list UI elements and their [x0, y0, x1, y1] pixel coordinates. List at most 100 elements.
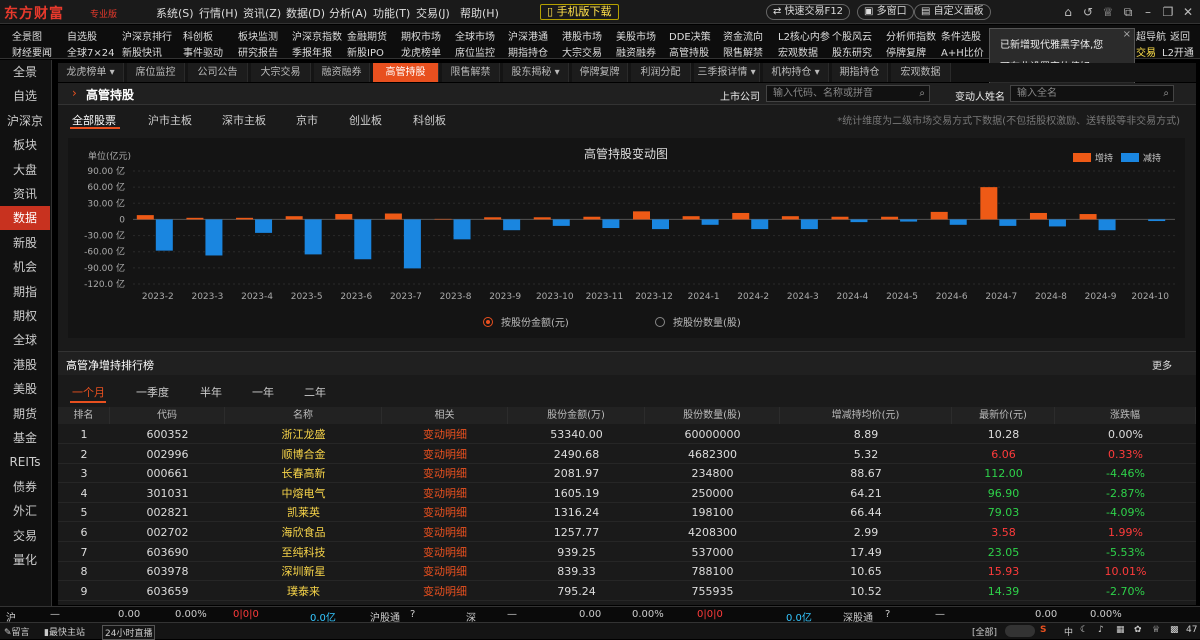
- quick-link-13[interactable]: 资金流向: [723, 28, 763, 43]
- back-icon[interactable]: ↺: [1080, 4, 1096, 20]
- sidebar-item-9[interactable]: 期指: [0, 280, 50, 304]
- sidebar-item-4[interactable]: 大盘: [0, 158, 50, 182]
- tab-8[interactable]: 停牌复牌: [572, 63, 628, 82]
- sidebar-item-14[interactable]: 期货: [0, 402, 50, 426]
- subtab-0[interactable]: 全部股票: [72, 112, 116, 128]
- search-icon[interactable]: ⌕: [1163, 86, 1169, 101]
- search-icon[interactable]: ⌕: [919, 86, 925, 101]
- detail-link[interactable]: 变动明细: [382, 445, 508, 464]
- tab-12[interactable]: 期指持仓: [832, 63, 888, 82]
- quick-link-5[interactable]: 沪深京指数: [292, 28, 342, 43]
- period-tab-0[interactable]: 一个月: [72, 384, 105, 400]
- sidebar-item-2[interactable]: 沪深京: [0, 109, 50, 133]
- ime-cn-icon[interactable]: 中: [1064, 625, 1073, 638]
- subtab-1[interactable]: 沪市主板: [148, 112, 192, 128]
- quick-link-8[interactable]: 全球市场: [455, 28, 495, 43]
- mobile-download-button[interactable]: ▯ 手机版下载: [540, 4, 619, 20]
- quick-link-0[interactable]: 全景图: [12, 28, 42, 43]
- quick-link2-11[interactable]: 融资融券: [616, 44, 656, 59]
- table-row[interactable]: 3 000661 长春高新 变动明细 2081.97 234800 88.67 112.00 -…: [58, 464, 1196, 484]
- menu-help[interactable]: 帮助(H): [460, 5, 499, 21]
- more-link[interactable]: 更多: [1152, 357, 1172, 372]
- quick-link-1[interactable]: 自选股: [67, 28, 97, 43]
- subtab-5[interactable]: 科创板: [413, 112, 446, 128]
- tooltip-close-icon[interactable]: ×: [1123, 29, 1131, 41]
- quick-link2-14[interactable]: 宏观数据: [778, 44, 818, 59]
- quick-link-6[interactable]: 金融期货: [347, 28, 387, 43]
- quick-link2-2[interactable]: 新股快讯: [122, 44, 162, 59]
- sidebar-item-0[interactable]: 全景: [0, 60, 50, 84]
- radio-by-amount[interactable]: 按股份金额(元): [483, 314, 569, 329]
- subtab-3[interactable]: 京市: [296, 112, 318, 128]
- table-row[interactable]: 8 603978 深圳新星 变动明细 839.33 788100 10.65 15.93 10.…: [58, 562, 1196, 582]
- ime-s-icon[interactable]: S: [1040, 625, 1046, 635]
- ime-shirt-icon[interactable]: ♕: [1152, 625, 1160, 635]
- home-icon[interactable]: ⌂: [1060, 4, 1076, 20]
- tab-13[interactable]: 宏观数据: [891, 63, 951, 82]
- quick-right-1[interactable]: 返回: [1170, 28, 1190, 43]
- quick-link-14[interactable]: L2核心内参: [778, 28, 830, 43]
- detail-link[interactable]: 变动明细: [382, 425, 508, 444]
- sidebar-item-1[interactable]: 自选: [0, 84, 50, 108]
- quick-link2-5[interactable]: 季报年报: [292, 44, 332, 59]
- radio-by-quantity[interactable]: 按股份数量(股): [655, 314, 741, 329]
- tab-7[interactable]: 股东揭秘 ▾: [503, 63, 569, 82]
- name-cell[interactable]: 凯莱英: [225, 503, 382, 522]
- quick-link-12[interactable]: DDE决策: [669, 28, 711, 43]
- message-link[interactable]: ✎留言: [4, 625, 30, 638]
- quick-link-11[interactable]: 美股市场: [616, 28, 656, 43]
- popout-icon[interactable]: ⧉: [1120, 4, 1136, 20]
- table-row[interactable]: 6 002702 海欣食品 变动明细 1257.77 4208300 2.99 3.58 1.9…: [58, 523, 1196, 542]
- sidebar-item-6[interactable]: 数据: [0, 206, 50, 231]
- sidebar-item-3[interactable]: 板块: [0, 133, 50, 157]
- quick-link2-4[interactable]: 研究报告: [238, 44, 278, 59]
- table-header-4[interactable]: 股份金额(万): [508, 407, 645, 424]
- menu-function[interactable]: 功能(T): [373, 5, 410, 21]
- all-filter[interactable]: [全部]: [972, 625, 997, 638]
- sidebar-item-16[interactable]: REITs: [0, 450, 50, 474]
- name-cell[interactable]: 浙江龙盛: [225, 425, 382, 444]
- sidebar-item-10[interactable]: 期权: [0, 304, 50, 328]
- table-row[interactable]: 9 603659 璞泰来 变动明细 795.24 755935 10.52 14.39 -2.7…: [58, 582, 1196, 601]
- help-icon[interactable]: ?: [410, 609, 415, 620]
- detail-link[interactable]: 变动明细: [382, 523, 508, 542]
- name-cell[interactable]: 中熔电气: [225, 484, 382, 503]
- table-header-6[interactable]: 增减持均价(元): [780, 407, 952, 424]
- quick-right-2[interactable]: 交易: [1136, 44, 1156, 59]
- restore-icon[interactable]: ❐: [1160, 4, 1176, 20]
- sidebar-item-11[interactable]: 全球: [0, 328, 50, 352]
- subtab-2[interactable]: 深市主板: [222, 112, 266, 128]
- sidebar-item-18[interactable]: 外汇: [0, 499, 50, 523]
- tab-0[interactable]: 龙虎榜单 ▾: [58, 63, 124, 82]
- name-cell[interactable]: 顺博合金: [225, 445, 382, 464]
- subtab-4[interactable]: 创业板: [349, 112, 382, 128]
- help-icon[interactable]: ?: [885, 609, 890, 620]
- table-row[interactable]: 5 002821 凯莱英 变动明细 1316.24 198100 66.44 79.03 -4.…: [58, 503, 1196, 523]
- tab-10[interactable]: 三季报详情 ▾: [694, 63, 760, 82]
- multi-window-button[interactable]: ▣ 多窗口: [857, 4, 914, 20]
- quick-link2-0[interactable]: 财经要闻: [12, 44, 52, 59]
- sidebar-item-15[interactable]: 基金: [0, 426, 50, 450]
- quick-link2-15[interactable]: 股东研究: [832, 44, 872, 59]
- tab-4[interactable]: 融资融券: [314, 63, 370, 82]
- table-header-8[interactable]: 涨跌幅: [1055, 407, 1196, 424]
- quick-link2-7[interactable]: 龙虎榜单: [401, 44, 441, 59]
- name-cell[interactable]: 至纯科技: [225, 543, 382, 562]
- tab-2[interactable]: 公司公告: [188, 63, 248, 82]
- quick-link2-12[interactable]: 高管持股: [669, 44, 709, 59]
- quick-link-3[interactable]: 科创板: [183, 28, 213, 43]
- menu-system[interactable]: 系统(S): [156, 5, 194, 21]
- quick-link-4[interactable]: 板块监测: [238, 28, 278, 43]
- detail-link[interactable]: 变动明细: [382, 464, 508, 483]
- table-row[interactable]: 1 600352 浙江龙盛 变动明细 53340.00 60000000 8.89 10.28…: [58, 425, 1196, 444]
- ime-skin-icon[interactable]: ✿: [1134, 625, 1142, 635]
- menu-data[interactable]: 数据(D): [286, 5, 325, 21]
- detail-link[interactable]: 变动明细: [382, 582, 508, 601]
- quick-link2-13[interactable]: 限售解禁: [723, 44, 763, 59]
- quick-link2-10[interactable]: 大宗交易: [562, 44, 602, 59]
- quick-link-2[interactable]: 沪深京排行: [122, 28, 172, 43]
- detail-link[interactable]: 变动明细: [382, 484, 508, 503]
- tab-11[interactable]: 机构持仓 ▾: [763, 63, 829, 82]
- sidebar-item-12[interactable]: 港股: [0, 353, 50, 377]
- table-row[interactable]: 4 301031 中熔电气 变动明细 1605.19 250000 64.21 96.90 -2…: [58, 484, 1196, 503]
